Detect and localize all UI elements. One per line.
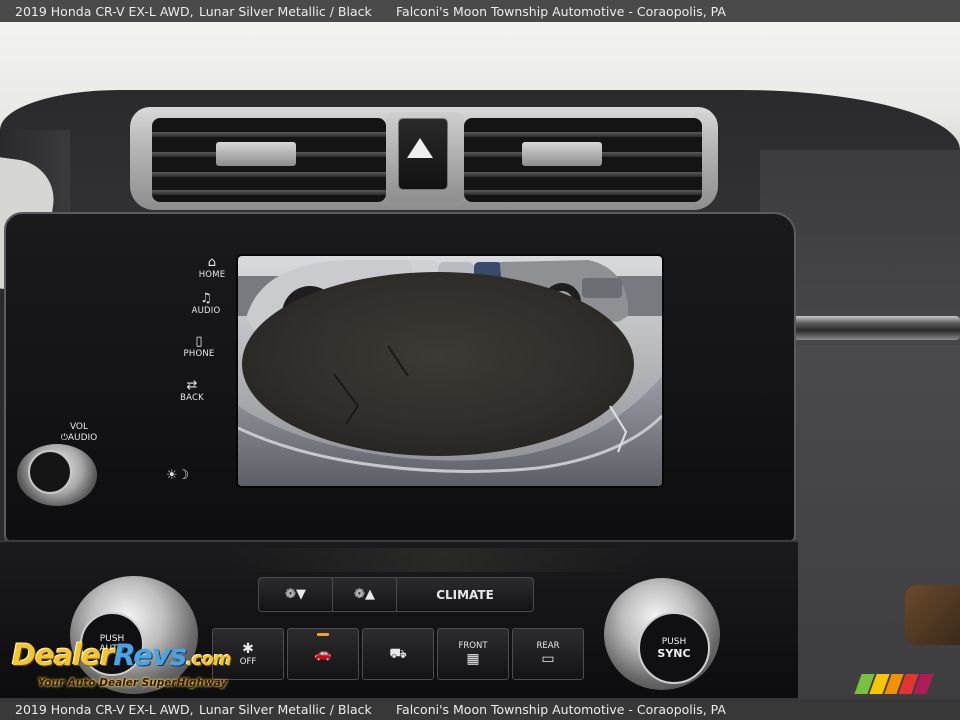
watermark-logo-revs: Revs bbox=[113, 638, 187, 672]
push-sync-line1: PUSH bbox=[661, 636, 687, 647]
trim-accent bbox=[905, 585, 960, 645]
caption-bar-bottom: 2019 Honda CR-V EX-L AWD, Lunar Silver M… bbox=[0, 698, 960, 720]
audio-label: AUDIO bbox=[191, 306, 221, 316]
home-label: HOME bbox=[198, 270, 226, 280]
vent-slat bbox=[152, 172, 386, 177]
rear-defrost-label: REAR bbox=[536, 641, 560, 651]
dealerrevs-watermark: DealerRevs.com Your Auto Dealer SuperHig… bbox=[12, 638, 232, 689]
watermark-tagline: Your Auto Dealer SuperHighway bbox=[38, 677, 228, 689]
caption-bar-top: 2019 Honda CR-V EX-L AWD, Lunar Silver M… bbox=[0, 0, 960, 22]
volume-label-line1: VOL bbox=[69, 422, 89, 432]
caption-vehicle: 2019 Honda CR-V EX-L AWD, bbox=[15, 701, 194, 717]
back-label: BACK bbox=[180, 393, 204, 403]
vent-slat bbox=[464, 190, 702, 195]
caption-color: Lunar Silver Metallic / Black bbox=[199, 3, 372, 19]
climate-function-row: ✱ OFF 🚗 ⛟ FRONT ▦ REAR ▭ bbox=[212, 628, 584, 680]
watermark-logo-com: .com bbox=[185, 649, 232, 670]
phone-icon: ▯ bbox=[195, 334, 203, 349]
vent-slat bbox=[152, 132, 386, 137]
panel-reflection bbox=[230, 548, 650, 572]
rear-defrost-icon: ▭ bbox=[541, 651, 555, 667]
vent-slat bbox=[464, 172, 702, 177]
caption-dealer: Falconi's Moon Township Automotive - Cor… bbox=[396, 701, 726, 717]
camera-image bbox=[238, 256, 662, 486]
recirculation-car-icon: ⛟ bbox=[389, 646, 407, 662]
climate-button[interactable]: CLIMATE bbox=[397, 578, 533, 611]
caption-color: Lunar Silver Metallic / Black bbox=[199, 701, 372, 717]
recirculation-button[interactable]: ⛟ bbox=[362, 628, 434, 680]
stripes-logo bbox=[854, 674, 935, 694]
front-defrost-icon: ▦ bbox=[466, 651, 480, 667]
right-air-vent[interactable] bbox=[464, 118, 702, 202]
front-defrost-button[interactable]: FRONT ▦ bbox=[437, 628, 509, 680]
fan-icon: ✱ bbox=[242, 641, 254, 657]
caption-dealer: Falconi's Moon Township Automotive - Cor… bbox=[396, 3, 726, 19]
watermark-logo: DealerRevs.com bbox=[12, 638, 232, 675]
brightness-icon[interactable]: ☀☽ bbox=[166, 468, 189, 483]
phone-button[interactable]: ▯ PHONE bbox=[177, 334, 221, 360]
back-button[interactable]: ⇄ BACK bbox=[170, 378, 214, 404]
active-indicator bbox=[317, 633, 329, 636]
front-defrost-label: FRONT bbox=[458, 641, 488, 651]
passenger-dash-panel bbox=[770, 345, 960, 700]
caption-vehicle: 2019 Honda CR-V EX-L AWD, bbox=[15, 3, 194, 19]
fan-down-button[interactable]: ❁▼ bbox=[259, 578, 333, 611]
vent-adjust-tab[interactable] bbox=[522, 142, 602, 166]
vent-slat bbox=[464, 132, 702, 137]
phone-label: PHONE bbox=[183, 349, 215, 359]
home-button[interactable]: ⌂ HOME bbox=[190, 255, 234, 281]
rear-defrost-button[interactable]: REAR ▭ bbox=[512, 628, 584, 680]
vent-adjust-tab[interactable] bbox=[216, 142, 296, 166]
back-arrow-icon: ⇄ bbox=[186, 378, 198, 393]
watermark-logo-dealer: Dealer bbox=[12, 638, 114, 672]
fan-up-button[interactable]: ❁▲ bbox=[333, 578, 397, 611]
volume-label: VOL ⏻AUDIO bbox=[52, 422, 106, 444]
parking-lot-ground bbox=[242, 272, 634, 456]
left-air-vent[interactable] bbox=[152, 118, 386, 202]
volume-knob-center[interactable] bbox=[28, 450, 72, 494]
audio-button[interactable]: ♫ AUDIO bbox=[184, 291, 228, 317]
hazard-triangle-icon bbox=[407, 138, 433, 158]
vent-slat bbox=[152, 190, 386, 195]
music-note-icon: ♫ bbox=[200, 291, 212, 306]
volume-label-line2: ⏻AUDIO bbox=[60, 433, 98, 443]
climate-off-label: OFF bbox=[239, 657, 257, 667]
push-sync-line2: SYNC bbox=[657, 646, 691, 660]
push-sync-button[interactable]: PUSH SYNC bbox=[638, 612, 710, 684]
fresh-air-button[interactable]: 🚗 bbox=[287, 628, 359, 680]
climate-button-bar: ❁▼ ❁▲ CLIMATE bbox=[258, 577, 534, 612]
rearview-camera-display bbox=[236, 254, 664, 488]
fresh-air-car-icon: 🚗 bbox=[314, 646, 332, 662]
home-icon: ⌂ bbox=[207, 255, 217, 270]
